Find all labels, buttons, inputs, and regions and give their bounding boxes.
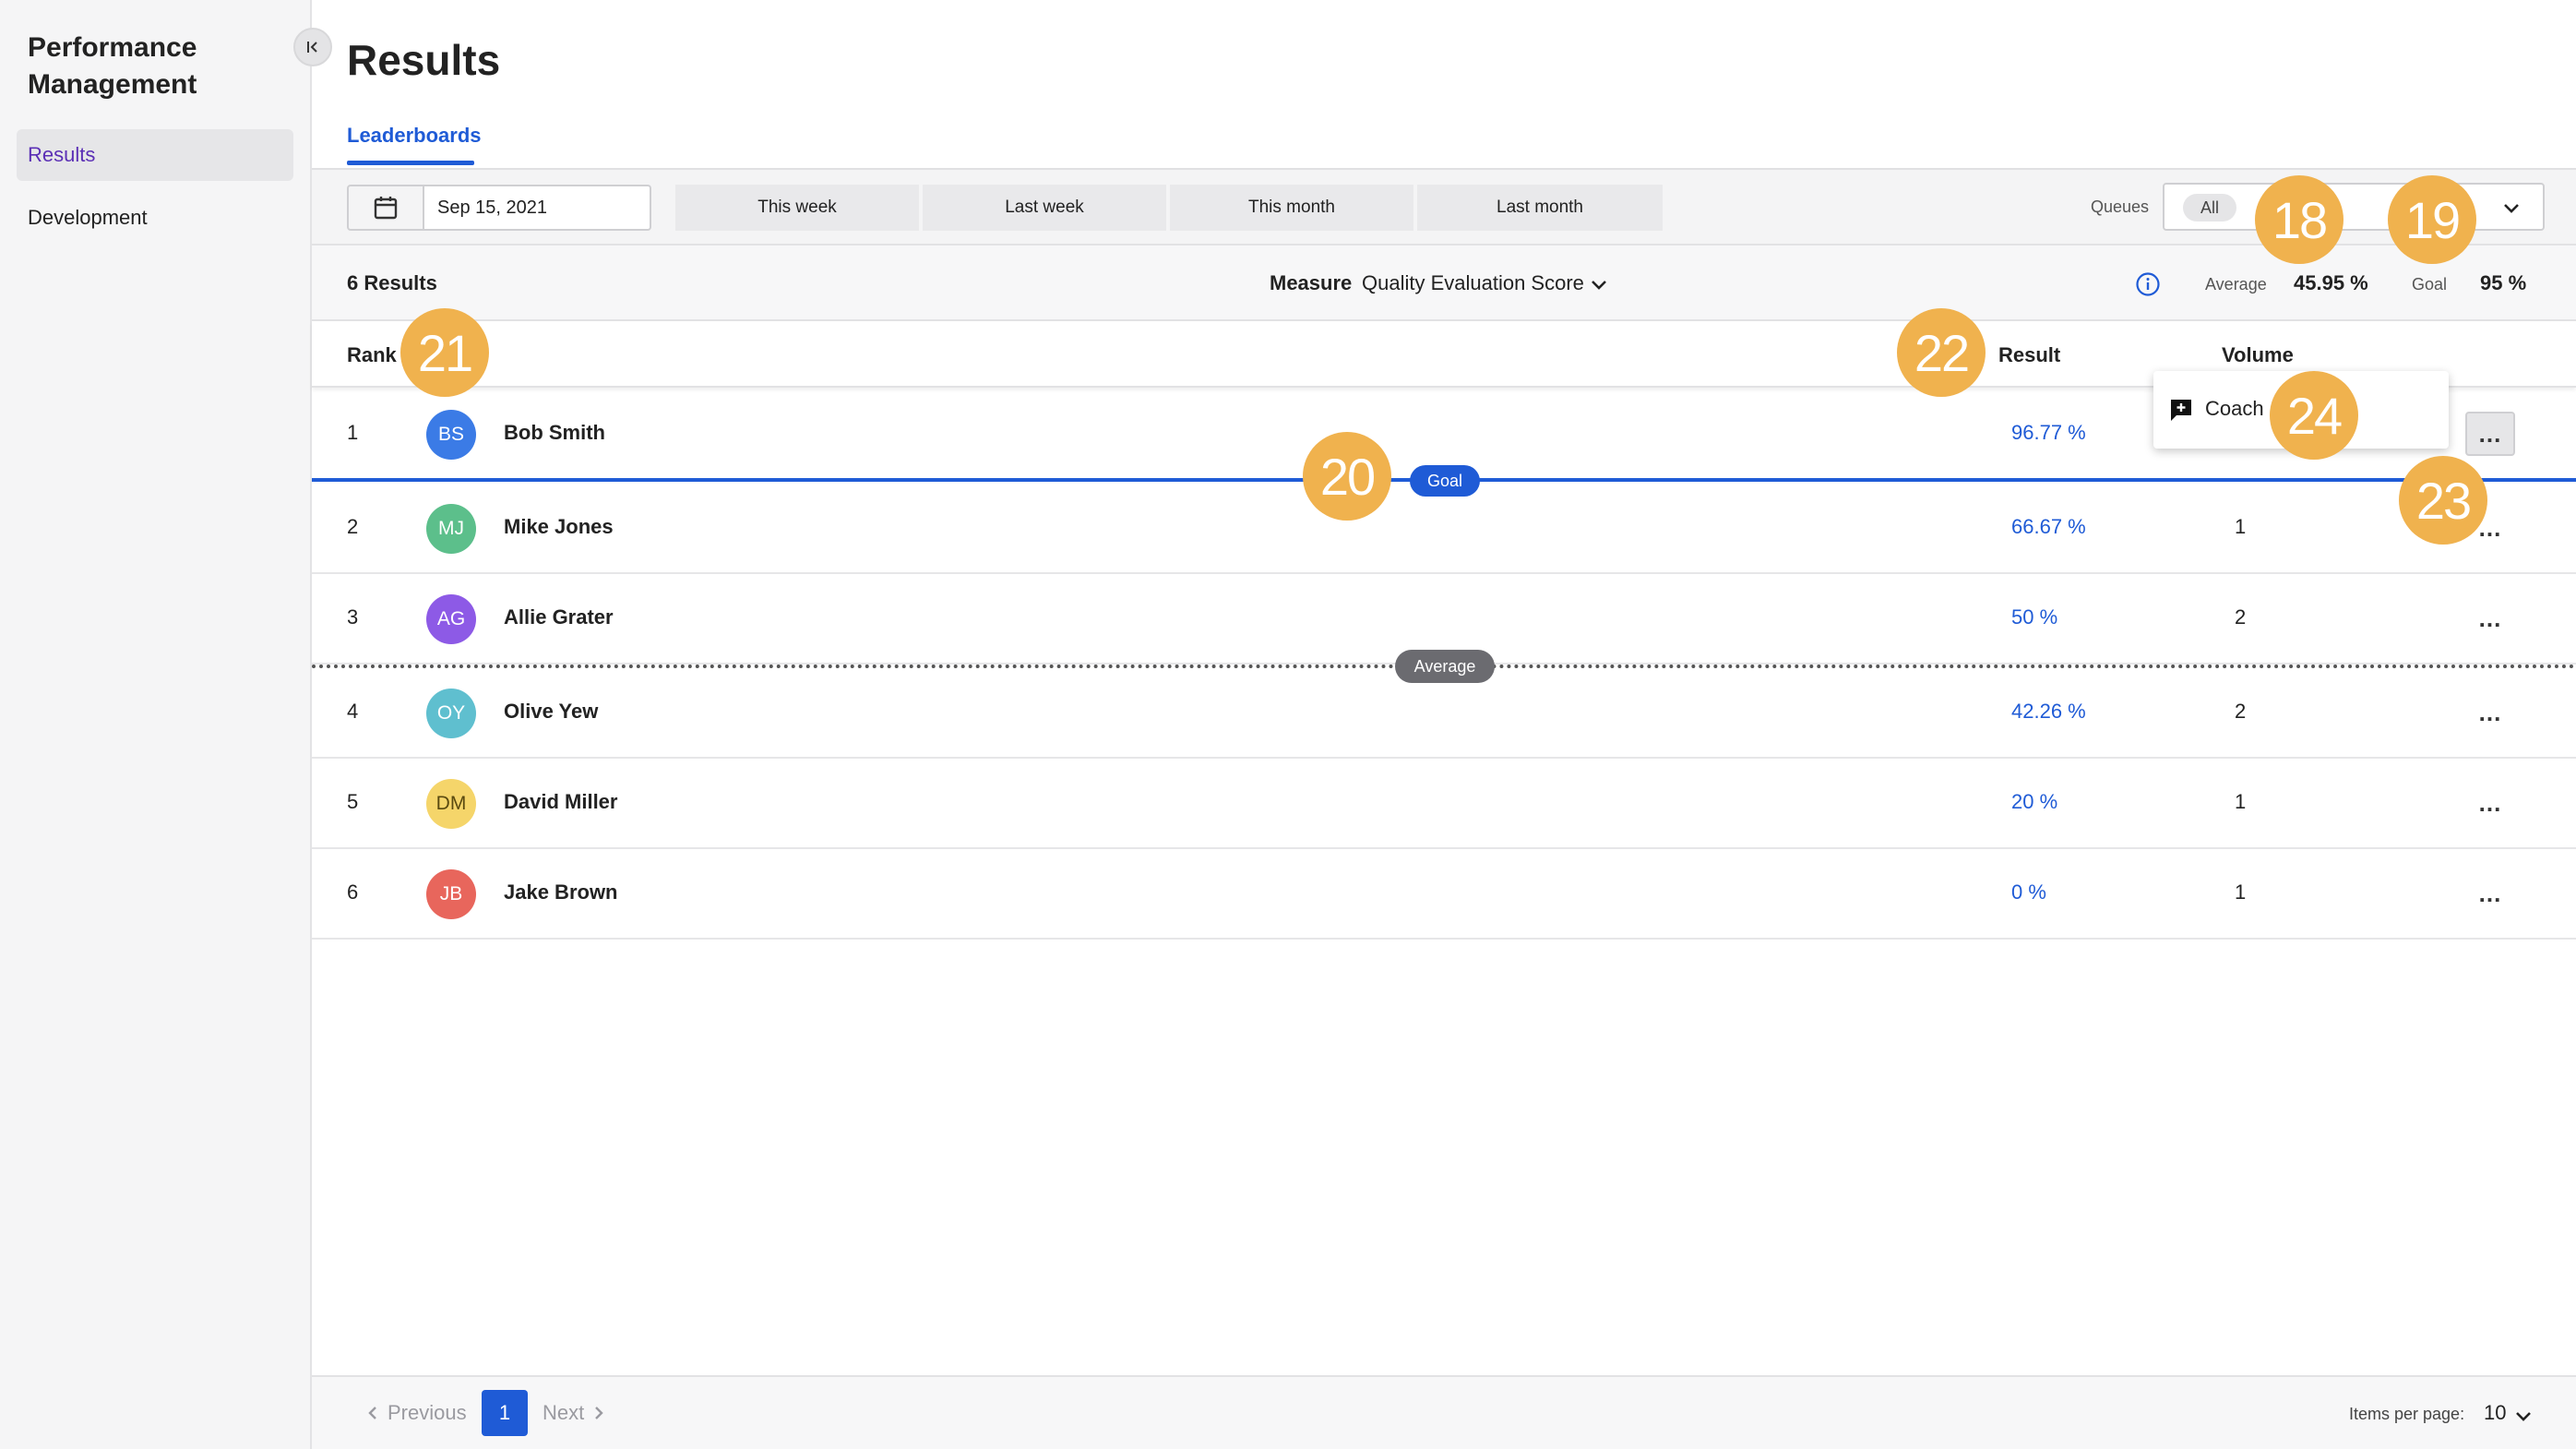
more-actions-button[interactable]: ... <box>2465 781 2515 825</box>
more-actions-button[interactable]: ... <box>2465 871 2515 916</box>
agent-name: Mike Jones <box>504 515 614 538</box>
goal-label: Goal <box>2412 275 2448 293</box>
items-per-page-label: Items per page: <box>2349 1405 2465 1423</box>
average-value: 45.95 % <box>2294 271 2368 294</box>
rank-cell: 1 <box>347 421 359 444</box>
result-value[interactable]: 96.77 % <box>2011 421 2086 445</box>
more-actions-button[interactable]: ... <box>2465 596 2515 641</box>
coach-menu-item[interactable]: Coach <box>2205 397 2264 421</box>
next-label: Next <box>543 1401 585 1424</box>
callout-marker: 20 <box>1303 432 1391 521</box>
average-marker-badge: Average <box>1395 650 1495 683</box>
chevron-down-icon <box>2504 204 2519 213</box>
callout-marker: 18 <box>2255 175 2343 264</box>
coach-add-icon <box>2171 400 2191 421</box>
tab-active-indicator <box>347 161 474 165</box>
sidebar-item-development[interactable]: Development <box>17 192 293 244</box>
agent-name: Allie Grater <box>504 605 614 629</box>
filter-toolbar: Sep 15, 2021 This week Last week This mo… <box>312 170 2576 245</box>
table-row: 6 JB Jake Brown 0 % 1 ... <box>312 849 2576 940</box>
queue-chip-all[interactable]: All <box>2183 194 2236 222</box>
callout-marker: 24 <box>2270 371 2358 460</box>
agent-name: David Miller <box>504 790 618 813</box>
rank-cell: 2 <box>347 515 359 538</box>
chevron-right-icon <box>595 1407 603 1419</box>
more-actions-button[interactable]: ... <box>2465 690 2515 735</box>
avatar: AG <box>426 594 476 644</box>
range-last-month[interactable]: Last month <box>1417 185 1663 231</box>
goal-value: 95 % <box>2480 271 2527 294</box>
callout-marker: 22 <box>1897 308 1986 397</box>
date-input[interactable]: Sep 15, 2021 <box>424 185 651 231</box>
info-icon[interactable] <box>2135 271 2161 297</box>
rank-cell: 3 <box>347 605 359 629</box>
measure-dropdown[interactable]: Quality Evaluation Score <box>1362 271 1584 295</box>
chevron-down-icon[interactable] <box>2513 1407 2534 1427</box>
stats-bar: 6 Results Measure Quality Evaluation Sco… <box>312 245 2576 321</box>
page-title: Results <box>347 36 501 84</box>
date-picker-button[interactable] <box>347 185 424 231</box>
sidebar-item-results[interactable]: Results <box>17 129 293 181</box>
column-header-volume[interactable]: Volume <box>2222 343 2294 367</box>
previous-page-button[interactable]: Previous <box>365 1401 467 1425</box>
avatar: OY <box>426 689 476 738</box>
goal-marker-badge: Goal <box>1410 465 1480 497</box>
result-value[interactable]: 0 % <box>2011 880 2046 904</box>
column-header-rank[interactable]: Rank <box>347 343 397 367</box>
result-value[interactable]: 50 % <box>2011 605 2057 629</box>
average-label: Average <box>2205 275 2267 293</box>
result-value[interactable]: 42.26 % <box>2011 700 2086 724</box>
chevron-left-icon <box>368 1407 376 1419</box>
callout-marker: 21 <box>400 308 489 397</box>
callout-marker: 19 <box>2388 175 2476 264</box>
callout-marker: 23 <box>2399 456 2487 545</box>
measure-label: Measure <box>1270 271 1353 294</box>
volume-value: 2 <box>2235 605 2247 629</box>
avatar: JB <box>426 869 476 919</box>
page-number-button[interactable]: 1 <box>482 1390 528 1436</box>
pagination-bar: Previous 1 Next Items per page: 10 <box>312 1375 2576 1449</box>
table-row: 5 DM David Miller 20 % 1 ... <box>312 759 2576 849</box>
range-this-week[interactable]: This week <box>675 185 921 231</box>
column-header-result[interactable]: Result <box>1998 343 2060 367</box>
volume-value: 1 <box>2235 790 2247 813</box>
previous-label: Previous <box>388 1401 467 1424</box>
agent-name: Jake Brown <box>504 880 618 904</box>
rank-cell: 5 <box>347 790 359 813</box>
collapse-sidebar-button[interactable] <box>293 28 332 66</box>
avatar: BS <box>426 410 476 460</box>
app-title: Performance Management <box>28 32 197 100</box>
agent-name: Bob Smith <box>504 421 605 444</box>
results-count: 6 Results <box>347 271 437 294</box>
sidebar: Performance Management Results Developme… <box>0 0 312 1449</box>
next-page-button[interactable]: Next <box>543 1401 606 1425</box>
more-actions-button[interactable]: ... <box>2465 412 2515 456</box>
result-value[interactable]: 66.67 % <box>2011 515 2086 539</box>
collapse-left-icon <box>307 42 317 53</box>
range-this-month[interactable]: This month <box>1170 185 1415 231</box>
items-per-page-select[interactable]: 10 <box>2484 1401 2506 1425</box>
tab-leaderboards[interactable]: Leaderboards <box>347 124 482 148</box>
rank-cell: 6 <box>347 880 359 904</box>
agent-name: Olive Yew <box>504 700 599 723</box>
main-content: Results Leaderboards Sep 15, 2021 This w… <box>312 0 2576 1449</box>
result-value[interactable]: 20 % <box>2011 790 2057 814</box>
avatar: DM <box>426 779 476 829</box>
volume-value: 1 <box>2235 515 2247 538</box>
range-last-week[interactable]: Last week <box>923 185 1168 231</box>
rank-cell: 4 <box>347 700 359 723</box>
queues-label: Queues <box>2091 198 2150 216</box>
volume-value: 1 <box>2235 880 2247 904</box>
queues-select[interactable]: All <box>2163 183 2545 231</box>
avatar: MJ <box>426 504 476 554</box>
chevron-down-icon[interactable] <box>1589 275 1609 295</box>
table-row: 2 MJ Mike Jones 66.67 % 1 ... <box>312 484 2576 574</box>
calendar-icon <box>374 197 398 220</box>
volume-value: 2 <box>2235 700 2247 723</box>
